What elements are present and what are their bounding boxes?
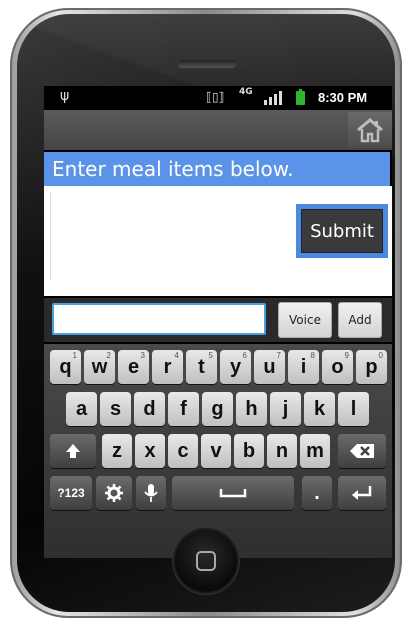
instruction-banner: Enter meal items below. [44,152,390,186]
key-x[interactable]: x [135,434,165,468]
key-label: q [59,355,72,378]
key-label: i [300,355,307,378]
settings-key[interactable] [96,476,132,510]
title-bar [44,110,392,150]
vibrate-icon: ⟦▯⟧ [206,90,225,104]
key-p[interactable]: p0 [356,350,387,384]
key-label: w [91,355,108,378]
submit-focus-ring: Submit [296,204,388,258]
enter-key[interactable] [338,476,386,510]
key-label: y [229,355,242,378]
key-hint: 8 [310,351,315,360]
key-t[interactable]: t5 [186,350,217,384]
spacebar-icon [219,489,247,498]
shift-arrow-icon [66,444,80,458]
earpiece-speaker [178,60,236,68]
enter-icon [352,486,372,500]
key-hint: 6 [242,351,247,360]
key-hint: 5 [208,351,213,360]
key-label: p [365,355,378,378]
key-u[interactable]: u7 [254,350,285,384]
status-bar: ψ ⟦▯⟧ 4G 8:30 PM [44,86,392,110]
meal-item-input[interactable] [52,303,266,335]
add-button[interactable]: Add [338,302,382,338]
backspace-key[interactable] [338,434,386,468]
key-l[interactable]: l [338,392,369,426]
meal-items-list[interactable] [50,192,287,280]
key-hint: 0 [378,351,383,360]
key-q[interactable]: q1 [50,350,81,384]
key-label: u [263,355,276,378]
key-h[interactable]: h [236,392,267,426]
input-row: Voice Add [44,298,392,342]
key-g[interactable]: g [202,392,233,426]
home-square-icon [196,551,216,571]
symbols-key[interactable]: ?123 [50,476,92,510]
key-d[interactable]: d [134,392,165,426]
status-time: 8:30 PM [318,90,368,105]
key-hint: 4 [174,351,179,360]
home-nav-button[interactable] [348,112,392,148]
key-c[interactable]: c [168,434,198,468]
key-o[interactable]: o9 [322,350,353,384]
key-i[interactable]: i8 [288,350,319,384]
key-label: t [198,355,205,378]
usb-icon: ψ [60,88,70,104]
battery-icon [296,89,305,105]
meal-list-area: Submit [44,186,392,296]
key-hint: 9 [344,351,349,360]
space-key[interactable] [172,476,294,510]
key-s[interactable]: s [100,392,131,426]
key-hint: 3 [140,351,145,360]
key-w[interactable]: w2 [84,350,115,384]
key-label: e [127,355,140,378]
home-icon [357,118,383,143]
key-j[interactable]: j [270,392,301,426]
signal-bars-icon [264,91,284,105]
device-screen: ψ ⟦▯⟧ 4G 8:30 PM Enter meal items below.… [44,86,392,558]
device-home-button[interactable] [175,530,237,592]
soft-keyboard: q1w2e3r4t5y6u7i8o9p0 asdfghjkl zxcvbnm ?… [44,344,392,558]
key-k[interactable]: k [304,392,335,426]
key-e[interactable]: e3 [118,350,149,384]
key-a[interactable]: a [66,392,97,426]
key-hint: 2 [106,351,111,360]
voice-button[interactable]: Voice [278,302,332,338]
key-v[interactable]: v [201,434,231,468]
submit-button[interactable]: Submit [301,209,383,253]
microphone-key[interactable] [136,476,166,510]
key-hint: 1 [72,351,77,360]
key-r[interactable]: r4 [152,350,183,384]
period-key[interactable]: . [302,476,332,510]
key-f[interactable]: f [168,392,199,426]
shift-key[interactable] [50,434,96,468]
key-b[interactable]: b [234,434,264,468]
key-z[interactable]: z [102,434,132,468]
key-hint: 7 [276,351,281,360]
microphone-icon [144,484,158,502]
gear-icon [105,484,123,502]
key-y[interactable]: y6 [220,350,251,384]
network-type: 4G [239,87,253,97]
key-label: o [331,355,344,378]
key-n[interactable]: n [267,434,297,468]
key-label: r [163,355,172,378]
backspace-icon [350,444,374,458]
key-m[interactable]: m [300,434,330,468]
